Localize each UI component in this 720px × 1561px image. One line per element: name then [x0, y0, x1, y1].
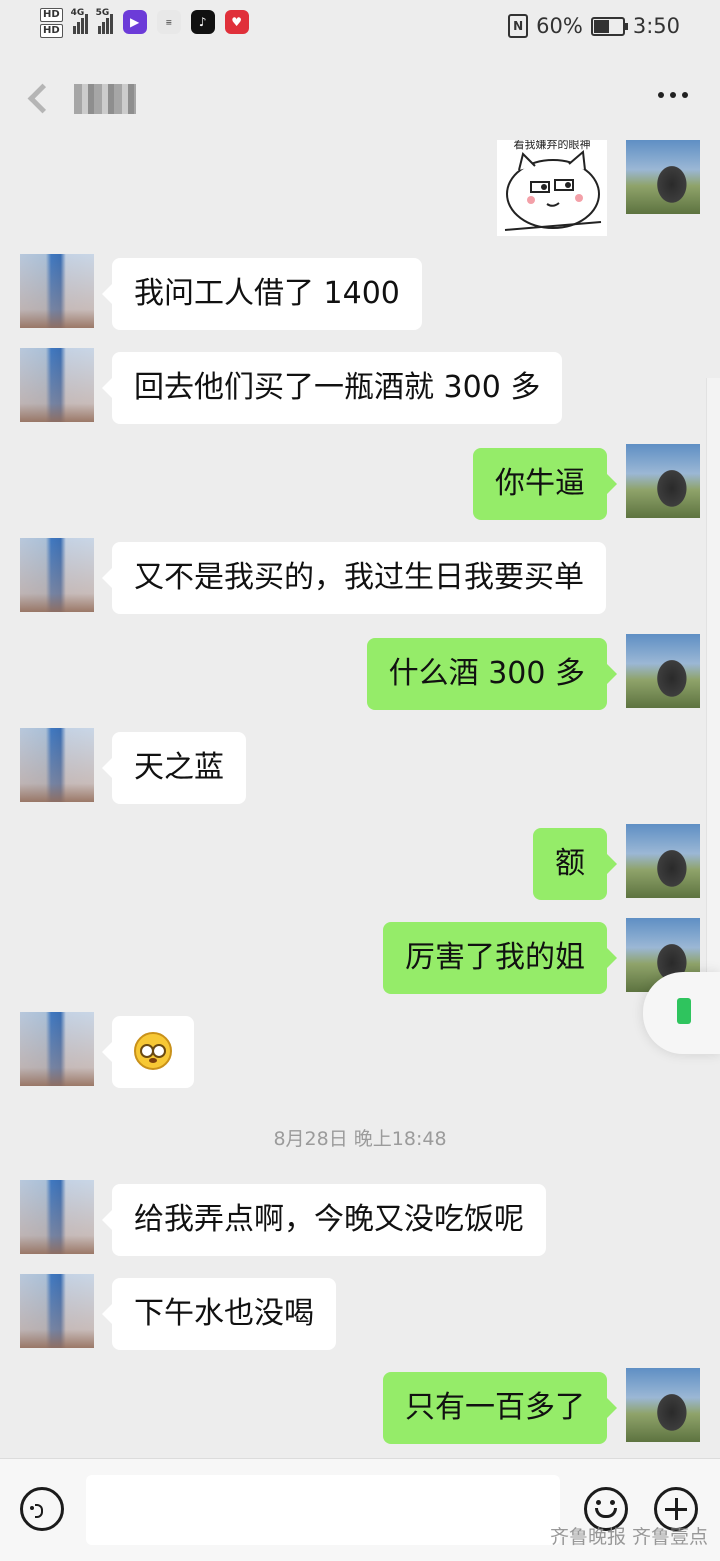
- message-bubble-emoji[interactable]: [102, 1016, 194, 1088]
- contact-avatar[interactable]: [20, 728, 94, 802]
- status-left: HD HD 4G 5G ▶ ≡ ♪ ♥: [40, 8, 249, 38]
- message-bubble[interactable]: 厉害了我的姐: [383, 922, 617, 994]
- message-bubble[interactable]: 下午水也没喝: [102, 1278, 336, 1350]
- status-right: N 60% 3:50: [508, 14, 680, 38]
- contact-avatar[interactable]: [20, 1012, 94, 1086]
- contact-avatar[interactable]: [20, 538, 94, 612]
- timestamp: 8月28日 晚上18:48: [273, 1128, 447, 1150]
- hd2-badge: HD: [40, 24, 63, 38]
- clock: 3:50: [632, 14, 680, 38]
- app-shortcut-icon: [677, 998, 691, 1024]
- message-bubble[interactable]: 天之蓝: [102, 732, 246, 804]
- contact-avatar[interactable]: [20, 1274, 94, 1348]
- signal-5g-icon: 5G: [95, 8, 113, 34]
- side-panel-edge: [706, 378, 720, 978]
- tiktok-icon: ♪: [190, 10, 215, 34]
- red-app-icon: ♥: [224, 10, 249, 34]
- sticker-cat-drawing: [504, 150, 602, 231]
- net-label-5g: 5G: [95, 8, 110, 18]
- chevron-left-icon[interactable]: [22, 82, 52, 118]
- message-list: 看我嫌弃的眼神 我问工人借了 1400 回去他们买了一瓶酒就 300 多 你牛逼: [0, 140, 720, 1458]
- contact-avatar[interactable]: [20, 1180, 94, 1254]
- huawei-app-icon: ≡: [156, 10, 181, 34]
- nfc-icon: N: [508, 14, 529, 38]
- my-avatar[interactable]: [626, 140, 700, 214]
- my-avatar[interactable]: [626, 1368, 700, 1442]
- message-bubble[interactable]: 只有一百多了: [383, 1372, 617, 1444]
- more-dots-icon[interactable]: [658, 92, 688, 98]
- watermark: 齐鲁晚报 齐鲁壹点: [549, 1526, 708, 1548]
- battery-fill: [593, 19, 610, 33]
- hd1-badge: HD: [40, 8, 63, 22]
- message-bubble[interactable]: 给我弄点啊，今晚又没吃饭呢: [102, 1184, 546, 1256]
- contact-name-blurred: [74, 84, 136, 114]
- message-bubble[interactable]: 什么酒 300 多: [366, 638, 618, 710]
- voice-icon[interactable]: [20, 1487, 64, 1531]
- message-input[interactable]: [86, 1475, 560, 1545]
- contact-avatar[interactable]: [20, 254, 94, 328]
- hd-indicators: HD HD: [40, 8, 63, 38]
- net-label-4g: 4G: [70, 8, 85, 18]
- message-bubble[interactable]: 我问工人借了 1400: [102, 258, 422, 330]
- dazed-face-icon: [134, 1031, 172, 1070]
- my-avatar[interactable]: [626, 444, 700, 518]
- battery-percent: 60%: [536, 14, 583, 38]
- my-avatar[interactable]: [626, 824, 700, 898]
- chat-header: [0, 56, 720, 140]
- battery-icon: [590, 16, 628, 36]
- message-bubble[interactable]: 又不是我买的，我过生日我要买单: [102, 542, 606, 614]
- side-drawer-handle[interactable]: [643, 972, 720, 1054]
- message-bubble[interactable]: 回去他们买了一瓶酒就 300 多: [101, 352, 563, 424]
- message-bubble[interactable]: 额: [533, 828, 617, 900]
- message-bubble[interactable]: 你牛逼: [473, 448, 617, 520]
- my-avatar[interactable]: [626, 634, 700, 708]
- sticker-image[interactable]: 看我嫌弃的眼神: [497, 140, 607, 236]
- video-app-icon: ▶: [122, 10, 147, 34]
- signal-4g-icon: 4G: [70, 8, 88, 34]
- status-bar: HD HD 4G 5G ▶ ≡ ♪ ♥ N 60% 3:50: [0, 0, 720, 56]
- contact-avatar[interactable]: [20, 348, 94, 422]
